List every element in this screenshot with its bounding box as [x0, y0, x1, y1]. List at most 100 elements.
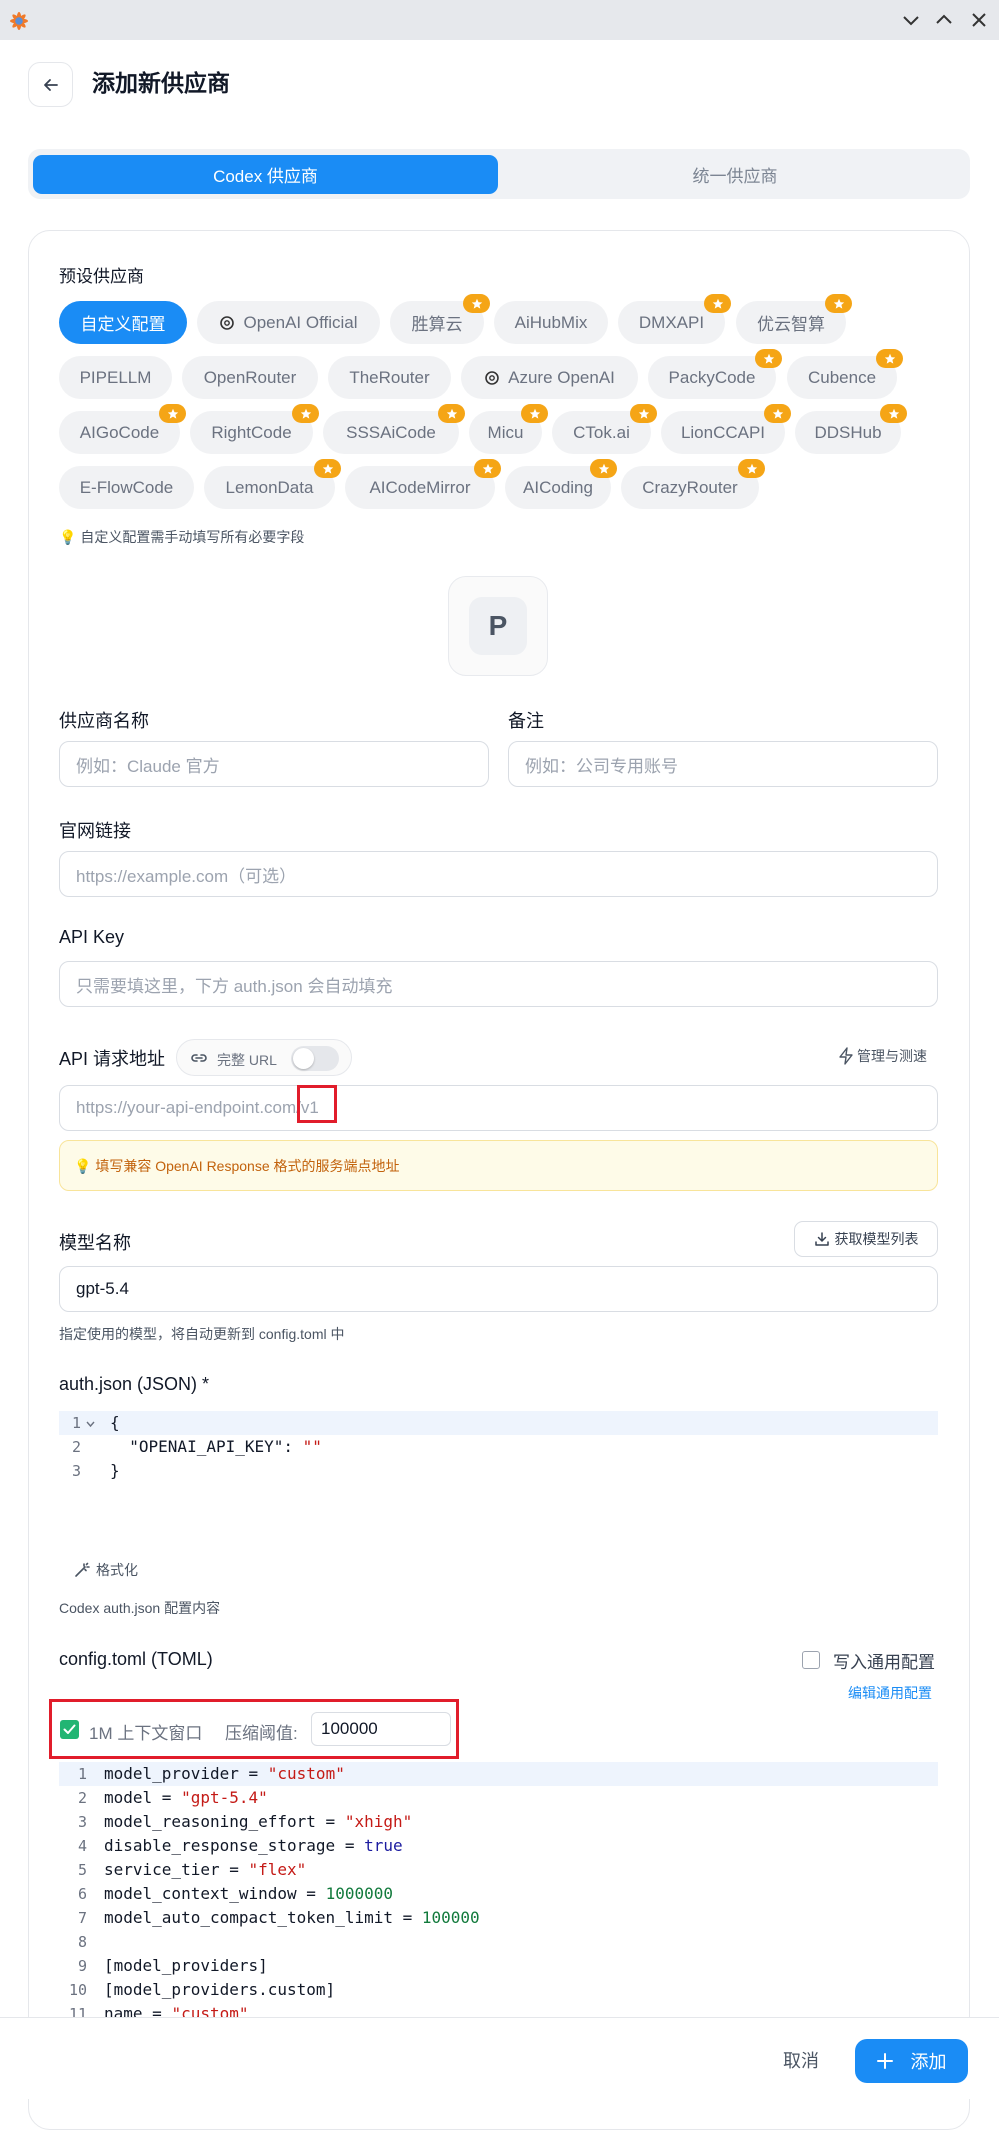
tab-unified-provider[interactable]: 统一供应商 — [504, 155, 966, 194]
auth-json-label: auth.json (JSON) * — [59, 1374, 210, 1394]
chip-label: AiHubMix — [514, 312, 588, 332]
compact-threshold-input[interactable]: 100000 — [311, 1712, 451, 1746]
endpoint-label: API 请求地址 — [59, 1049, 166, 1069]
config-toml-label: config.toml (TOML) — [59, 1649, 213, 1669]
write-common-checkbox[interactable] — [802, 1651, 820, 1669]
chevron-down-icon[interactable] — [898, 8, 924, 32]
preset-chip-pipellm[interactable]: PIPELLM — [59, 356, 172, 399]
preset-chip-crazyrouter[interactable]: CrazyRouter — [621, 459, 765, 509]
page-title: 添加新供应商 — [92, 70, 230, 96]
line-number: 6 — [77, 1885, 87, 1903]
magic-wand-icon — [75, 1562, 90, 1577]
preset-chip-micu[interactable]: Micu — [469, 404, 548, 454]
threshold-value: 100000 — [321, 1719, 378, 1738]
code-line: model = "gpt-5.4" — [104, 1788, 268, 1807]
apikey-input[interactable]: 只需要填这里，下方 auth.json 会自动填充 — [59, 961, 938, 1007]
chevron-up-icon[interactable] — [931, 8, 957, 32]
line-number: 11 — [68, 2005, 87, 2017]
chip-label: LemonData — [225, 477, 314, 497]
manage-label: 管理与测速 — [857, 1048, 927, 1064]
chip-label: Azure OpenAI — [508, 367, 615, 387]
preset-chip-aicodemirror[interactable]: AICodeMirror — [345, 459, 501, 509]
preset-chip-azure-openai[interactable]: Azure OpenAI — [461, 356, 638, 399]
preset-chip-openrouter[interactable]: OpenRouter — [182, 356, 318, 399]
close-icon[interactable] — [966, 8, 992, 32]
star-badge-icon — [764, 404, 791, 423]
star-badge-icon — [590, 459, 617, 478]
preset-chip-lionccapi[interactable]: LionCCAPI — [661, 404, 791, 454]
compact-threshold-label: 压缩阈值: — [225, 1724, 298, 1743]
window-titlebar — [0, 0, 999, 40]
notes-input[interactable]: 例如：公司专用账号 — [508, 741, 938, 787]
website-input[interactable]: https://example.com（可选） — [59, 851, 938, 897]
code-line: [model_providers] — [104, 1956, 268, 1975]
format-button[interactable]: 格式化 — [73, 1560, 138, 1580]
switch-knob — [293, 1048, 314, 1069]
star-badge-icon — [159, 404, 186, 423]
star-badge-icon — [314, 459, 341, 478]
plus-icon — [876, 2053, 893, 2069]
manage-speedtest-link[interactable]: 管理与测速 — [838, 1046, 927, 1066]
line-number: 7 — [77, 1909, 87, 1927]
preset-chip-aihubmix[interactable]: AiHubMix — [494, 301, 608, 344]
preset-chip-ctok[interactable]: CTok.ai — [552, 404, 657, 454]
preset-chip-aigocode[interactable]: AIGoCode — [59, 404, 186, 454]
context-window-checkbox[interactable] — [60, 1720, 79, 1739]
chip-label: PackyCode — [668, 367, 756, 387]
tab-codex-provider[interactable]: Codex 供应商 — [33, 155, 498, 194]
chip-label: CTok.ai — [573, 422, 630, 442]
chip-label: Cubence — [807, 367, 877, 387]
config-toml-editor[interactable]: 1 model_provider = "custom" 2 model = "g… — [59, 1762, 938, 2017]
star-badge-icon — [738, 459, 765, 478]
line-number: 3 — [71, 1462, 81, 1480]
preset-chip-sssaicode[interactable]: SSSAiCode — [323, 404, 465, 454]
openai-icon — [485, 370, 499, 385]
provider-icon-picker[interactable]: P — [448, 576, 548, 676]
download-icon — [814, 1232, 829, 1246]
endpoint-input[interactable]: https://your-api-endpoint.com/v1 — [59, 1085, 938, 1131]
footer-bar: 取消 添加 — [0, 2017, 999, 2099]
star-badge-icon — [292, 404, 319, 423]
preset-chip-shengsuanyun[interactable]: 胜算云 — [390, 294, 490, 344]
apikey-label: API Key — [59, 927, 125, 947]
preset-chip-packycode[interactable]: PackyCode — [648, 349, 782, 399]
preset-chip-ddshub[interactable]: DDSHub — [795, 404, 907, 454]
fetch-models-button[interactable]: 获取模型列表 — [794, 1221, 938, 1257]
back-button[interactable] — [28, 62, 73, 107]
add-button[interactable]: 添加 — [855, 2039, 968, 2083]
model-label: 模型名称 — [59, 1233, 131, 1253]
preset-chip-lemondata[interactable]: LemonData — [204, 459, 341, 509]
preset-chip-youyun[interactable]: 优云智算 — [736, 294, 852, 344]
model-input[interactable]: gpt-5.4 — [59, 1266, 938, 1312]
code-line: model_auto_compact_token_limit = 100000 — [104, 1908, 480, 1927]
chip-label: 优云智算 — [757, 315, 825, 334]
preset-chip-dmxapi[interactable]: DMXAPI — [618, 294, 731, 344]
edit-common-link[interactable]: 编辑通用配置 — [848, 1683, 932, 1703]
provider-name-input[interactable]: 例如：Claude 官方 — [59, 741, 489, 787]
code-line: service_tier = "flex" — [104, 1860, 307, 1879]
preset-chip-openai-official[interactable]: OpenAI Official — [197, 301, 380, 344]
line-number: 3 — [77, 1813, 87, 1831]
code-line: { — [110, 1413, 120, 1432]
line-number: 9 — [77, 1957, 87, 1975]
chip-label: 胜算云 — [411, 315, 463, 334]
full-url-switch[interactable] — [291, 1046, 339, 1071]
preset-chip-rightcode[interactable]: RightCode — [190, 404, 319, 454]
write-common-label: 写入通用配置 — [833, 1653, 935, 1672]
placeholder: https://example.com（可选） — [76, 866, 297, 886]
cancel-button[interactable]: 取消 — [770, 2042, 832, 2078]
auth-json-editor[interactable]: 1 { 2 "OPENAI_API_KEY": "" 3 } — [59, 1411, 938, 1483]
fold-chevron-icon[interactable] — [86, 1420, 95, 1428]
context-window-label: 1M 上下文窗口 — [89, 1724, 203, 1743]
preset-chip-cubence[interactable]: Cubence — [787, 349, 903, 399]
preset-chip-therouter[interactable]: TheRouter — [328, 356, 451, 399]
line-number: 4 — [77, 1837, 87, 1855]
line-number: 2 — [71, 1438, 81, 1456]
preset-chip-aicoding[interactable]: AICoding — [505, 459, 617, 509]
preset-chip-custom[interactable]: 自定义配置 — [59, 301, 187, 344]
code-line: model_reasoning_effort = "xhigh" — [104, 1812, 413, 1831]
star-badge-icon — [630, 404, 657, 423]
star-badge-icon — [704, 294, 731, 313]
preset-chip-eflowcode[interactable]: E-FlowCode — [59, 466, 194, 509]
chip-label: AIGoCode — [79, 422, 160, 442]
